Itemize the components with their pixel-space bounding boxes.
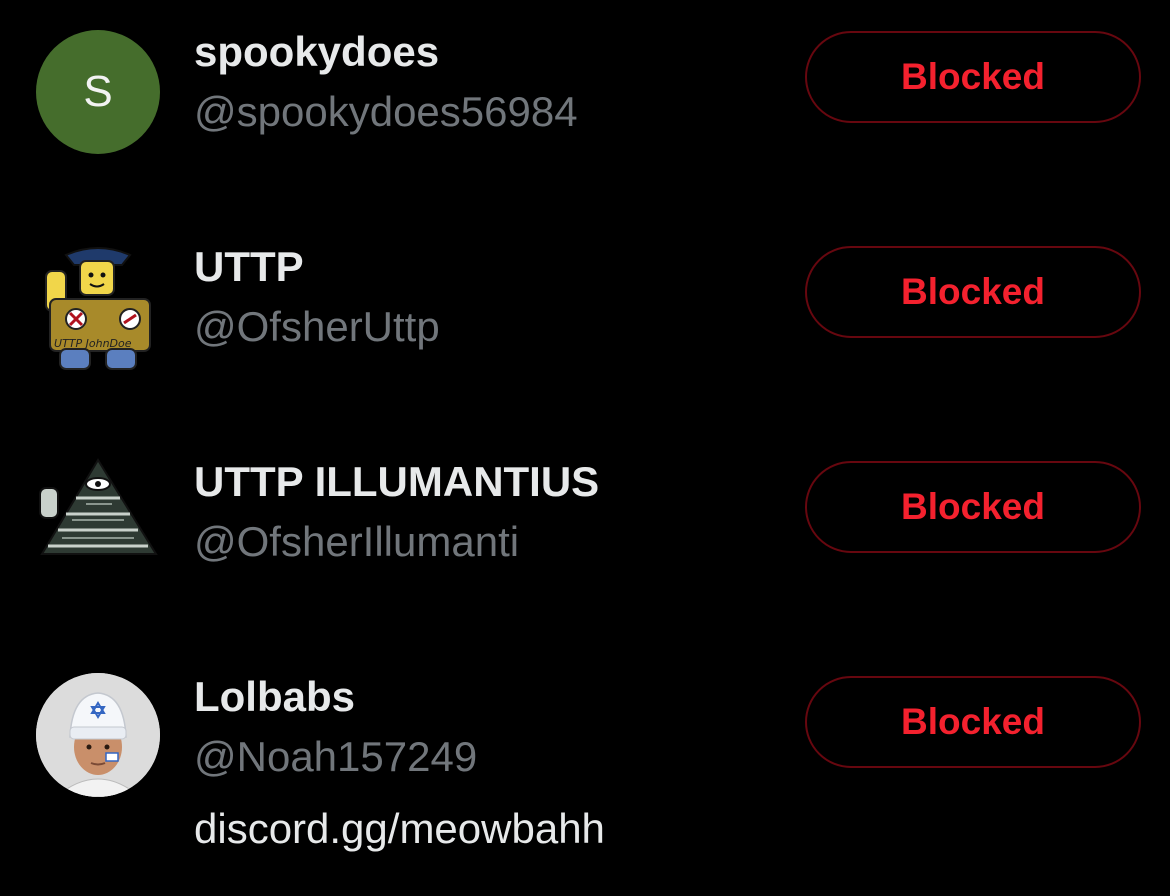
handle: @Noah157249	[194, 733, 478, 780]
person-photo-avatar-icon[interactable]	[36, 673, 160, 797]
display-name[interactable]: Lolbabs	[194, 673, 355, 721]
handle: @OfsherIllumanti	[194, 518, 520, 565]
display-name[interactable]: UTTP ILLUMANTIUS	[194, 458, 599, 506]
avatar[interactable]: S	[36, 30, 160, 154]
blocked-button[interactable]: Blocked	[805, 461, 1141, 553]
bio[interactable]: discord.gg/meowbahh	[194, 805, 605, 853]
roblox-character-avatar-icon[interactable]: UTTP JohnDoe	[36, 243, 160, 370]
display-name[interactable]: spookydoes	[194, 28, 439, 76]
handle: @spookydoes56984	[194, 88, 578, 135]
list-item[interactable]: UTTP ILLUMANTIUS @OfsherIllumanti Blocke…	[0, 430, 1170, 630]
list-item[interactable]: S spookydoes @spookydoes56984 Blocked	[0, 0, 1170, 200]
display-name[interactable]: UTTP	[194, 243, 304, 291]
blocked-button[interactable]: Blocked	[805, 246, 1141, 338]
illuminati-pyramid-avatar-icon[interactable]	[36, 458, 160, 582]
handle: @OfsherUttp	[194, 303, 440, 350]
blocked-button[interactable]: Blocked	[805, 31, 1141, 123]
blocked-accounts-list: S spookydoes @spookydoes56984 Blocked UT…	[0, 0, 1170, 896]
list-item[interactable]: UTTP JohnDoe UTTP @OfsherUttp Blocked	[0, 215, 1170, 415]
avatar-initial: S	[83, 67, 113, 116]
list-item[interactable]: Lolbabs @Noah157249 discord.gg/meowbahh …	[0, 645, 1170, 896]
blocked-button[interactable]: Blocked	[805, 676, 1141, 768]
